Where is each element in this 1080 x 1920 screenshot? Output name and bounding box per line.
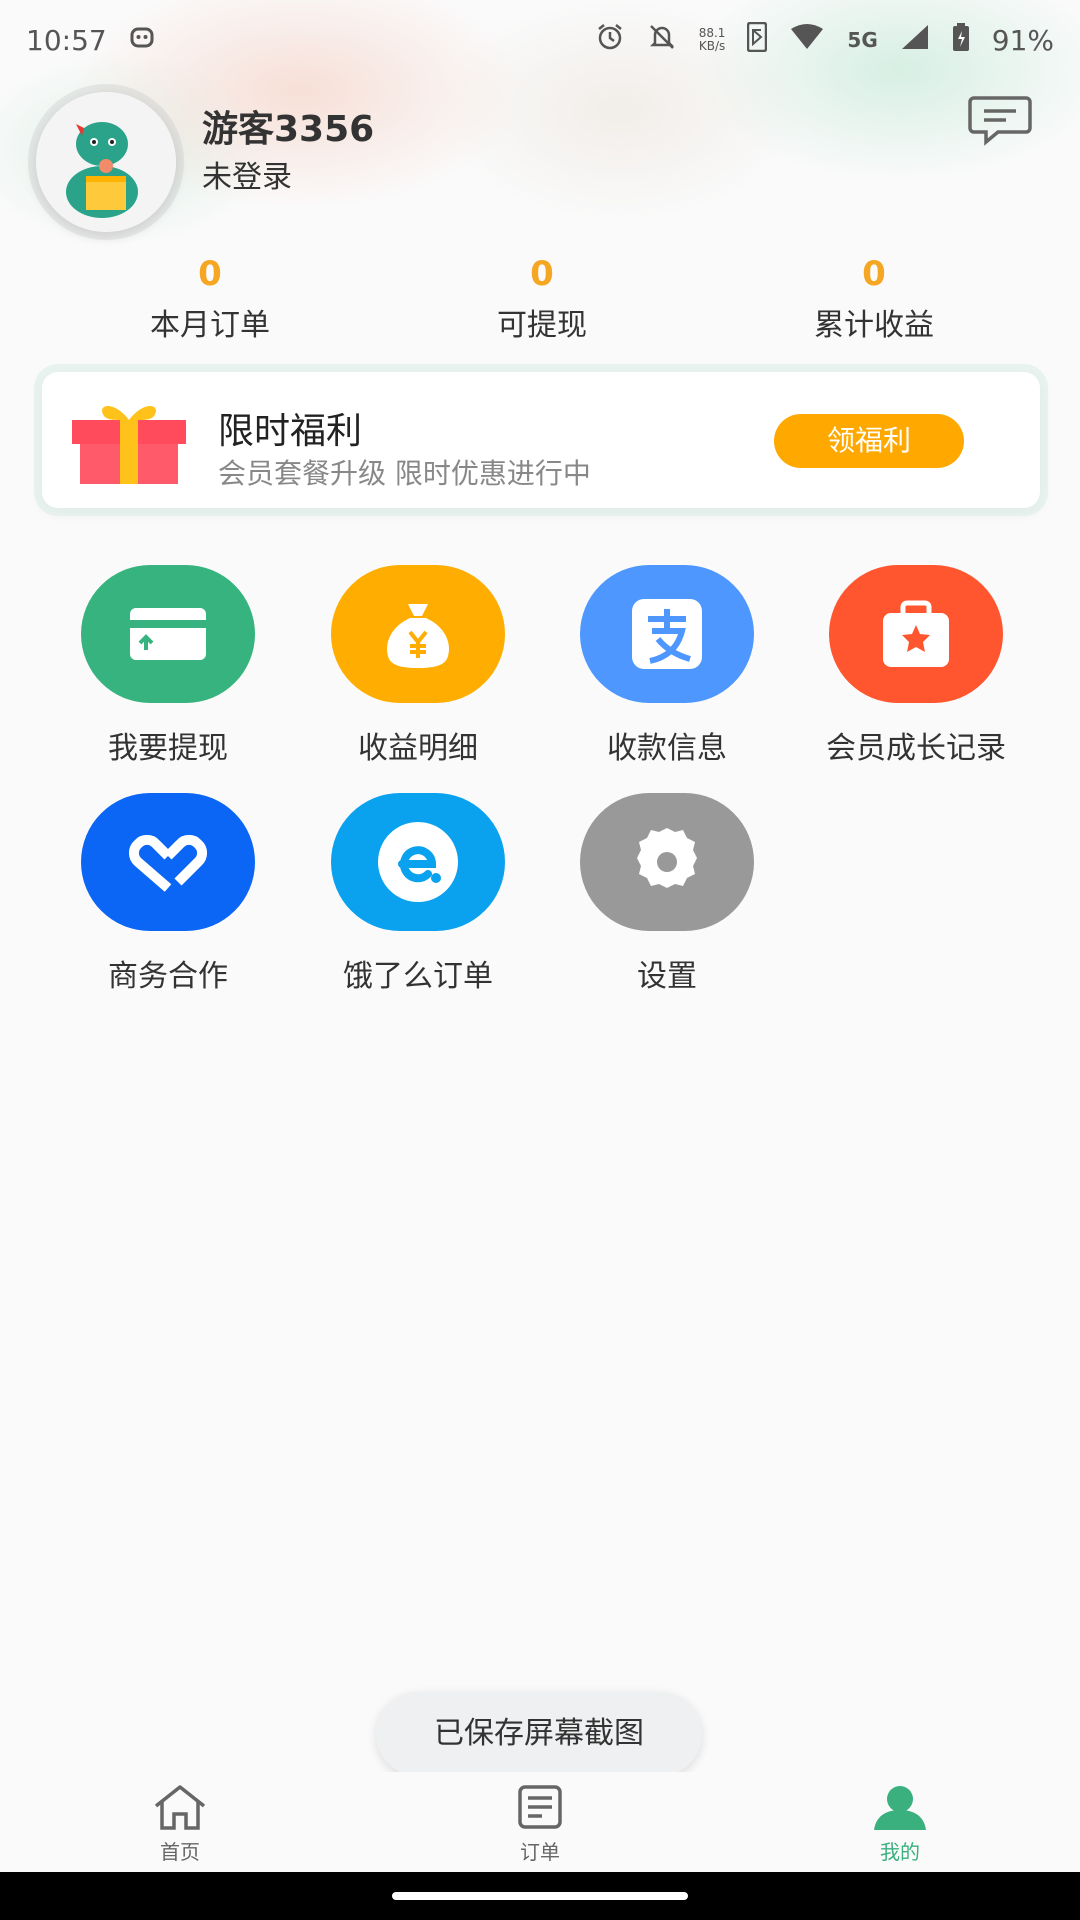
eleme-icon [331,793,505,931]
status-bar: 10:57 88.1 KB/s 5G 91% [0,0,1080,80]
battery-level: 91% [991,23,1054,57]
stat-label: 本月订单 [150,308,270,343]
star-badge-icon [829,565,1003,703]
gift-icon [72,406,186,484]
grid-item-eleme-orders[interactable]: 饿了么订单 [288,793,538,994]
system-navigation-bar [0,1872,1080,1920]
login-status[interactable]: 未登录 [202,152,292,196]
wifi-icon [789,23,825,58]
grid-label: 收益明细 [358,731,478,766]
stat-label: 可提现 [497,308,587,343]
alarm-icon [595,22,625,59]
stat-value: 0 [862,254,886,294]
bottom-nav: 首页 订单 我的 [0,1772,1080,1872]
stat-label: 累计收益 [814,308,934,343]
handshake-icon [81,793,255,931]
nav-mine[interactable]: 我的 [800,1784,1000,1865]
grid-label: 会员成长记录 [826,731,1006,766]
grid-label: 饿了么订单 [343,959,493,994]
stat-withdrawable[interactable]: 0 可提现 [422,254,662,344]
app-notification-icon [129,24,155,57]
alipay-icon [580,565,754,703]
grid-item-member-growth[interactable]: 会员成长记录 [786,565,1036,766]
message-button[interactable] [968,94,1032,146]
grid-label: 我要提现 [108,731,228,766]
bell-off-icon [647,22,677,59]
grid-item-settings[interactable]: 设置 [537,793,787,994]
avatar[interactable] [36,92,176,232]
promo-title: 限时福利 [218,411,363,452]
nav-home[interactable]: 首页 [80,1784,280,1865]
network-type: 5G [847,28,878,52]
grid-label: 收款信息 [607,731,727,766]
bluetooth-icon [747,21,768,59]
profile-icon [874,1786,926,1830]
promo-subtitle: 会员套餐升级 限时优惠进行中 [218,457,591,490]
promo-card[interactable]: 限时福利 会员套餐升级 限时优惠进行中 领福利 [42,372,1040,508]
message-icon [968,96,1032,146]
grid-label: 商务合作 [108,959,228,994]
stat-value: 0 [530,254,554,294]
claim-benefit-button[interactable]: 领福利 [774,414,964,468]
withdraw-card-icon [81,565,255,703]
grid-item-earnings-detail[interactable]: 收益明细 [288,565,538,766]
home-icon [154,1785,206,1830]
nav-label: 订单 [520,1840,560,1864]
battery-icon [952,22,970,59]
gear-icon [580,793,754,931]
username: 游客3356 [202,109,375,150]
order-list-icon [518,1785,562,1829]
stat-value: 0 [198,254,222,294]
grid-item-withdraw[interactable]: 我要提现 [38,565,288,766]
nav-label: 首页 [160,1840,200,1864]
status-time: 10:57 [26,23,107,57]
grid-item-payment-info[interactable]: 收款信息 [537,565,787,766]
signal-icon [900,23,930,58]
nav-label: 我的 [880,1840,920,1864]
stat-total-earnings[interactable]: 0 累计收益 [754,254,994,344]
net-speed: 88.1 KB/s [698,26,726,53]
stat-monthly-orders[interactable]: 0 本月订单 [90,254,330,344]
grid-item-business-cooperation[interactable]: 商务合作 [38,793,288,994]
home-gesture-pill[interactable] [392,1892,688,1900]
dinosaur-avatar-icon [36,92,176,232]
grid-label: 设置 [637,959,697,994]
nav-orders[interactable]: 订单 [440,1784,640,1865]
money-bag-icon [331,565,505,703]
toast-screenshot-saved: 已保存屏幕截图 [376,1692,702,1776]
